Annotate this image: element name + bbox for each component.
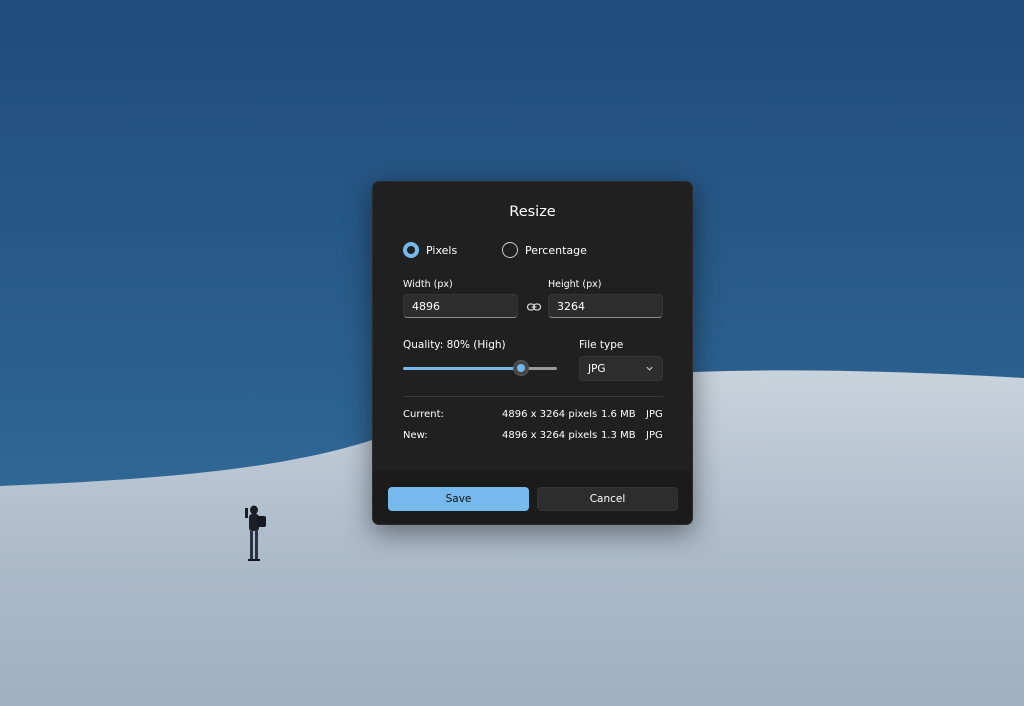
dialog-footer: Save Cancel [373, 471, 692, 524]
file-type-select[interactable]: JPG [579, 356, 663, 381]
dialog-title: Resize [509, 204, 556, 220]
cancel-button[interactable]: Cancel [537, 487, 678, 511]
width-input[interactable] [403, 294, 518, 318]
current-dimensions: 4896 x 3264 pixels [502, 409, 598, 420]
radio-pixels-label: Pixels [426, 243, 458, 257]
quality-slider[interactable] [403, 359, 557, 377]
resize-dialog: Resize Pixels Percentage Width (px) Heig… [372, 181, 693, 525]
current-size: 1.6 MB [601, 409, 636, 420]
current-type: JPG [646, 409, 663, 420]
current-label: Current: [403, 409, 444, 420]
new-dimensions: 4896 x 3264 pixels [502, 430, 598, 441]
radio-pixels[interactable]: Pixels [403, 241, 457, 259]
link-icon[interactable] [526, 299, 542, 315]
radio-unselected-icon [502, 242, 518, 258]
height-label: Height (px) [548, 279, 602, 290]
height-input[interactable] [548, 294, 663, 318]
slider-track-fill [403, 367, 521, 370]
slider-thumb[interactable] [513, 360, 529, 376]
current-info-row: Current: 4896 x 3264 pixels 1.6 MB JPG [403, 409, 663, 423]
width-label: Width (px) [403, 279, 453, 290]
save-button[interactable]: Save [388, 487, 529, 511]
file-type-label: File type [579, 339, 624, 351]
divider [403, 396, 663, 397]
new-label: New: [403, 430, 428, 441]
file-type-value: JPG [588, 362, 606, 375]
quality-label: Quality: 80% (High) [403, 339, 506, 351]
radio-percentage[interactable]: Percentage [502, 241, 587, 259]
chevron-down-icon [646, 366, 653, 371]
new-type: JPG [646, 430, 663, 441]
new-info-row: New: 4896 x 3264 pixels 1.3 MB JPG [403, 430, 663, 444]
radio-percentage-label: Percentage [525, 243, 587, 257]
radio-selected-icon [403, 242, 419, 258]
new-size: 1.3 MB [601, 430, 636, 441]
